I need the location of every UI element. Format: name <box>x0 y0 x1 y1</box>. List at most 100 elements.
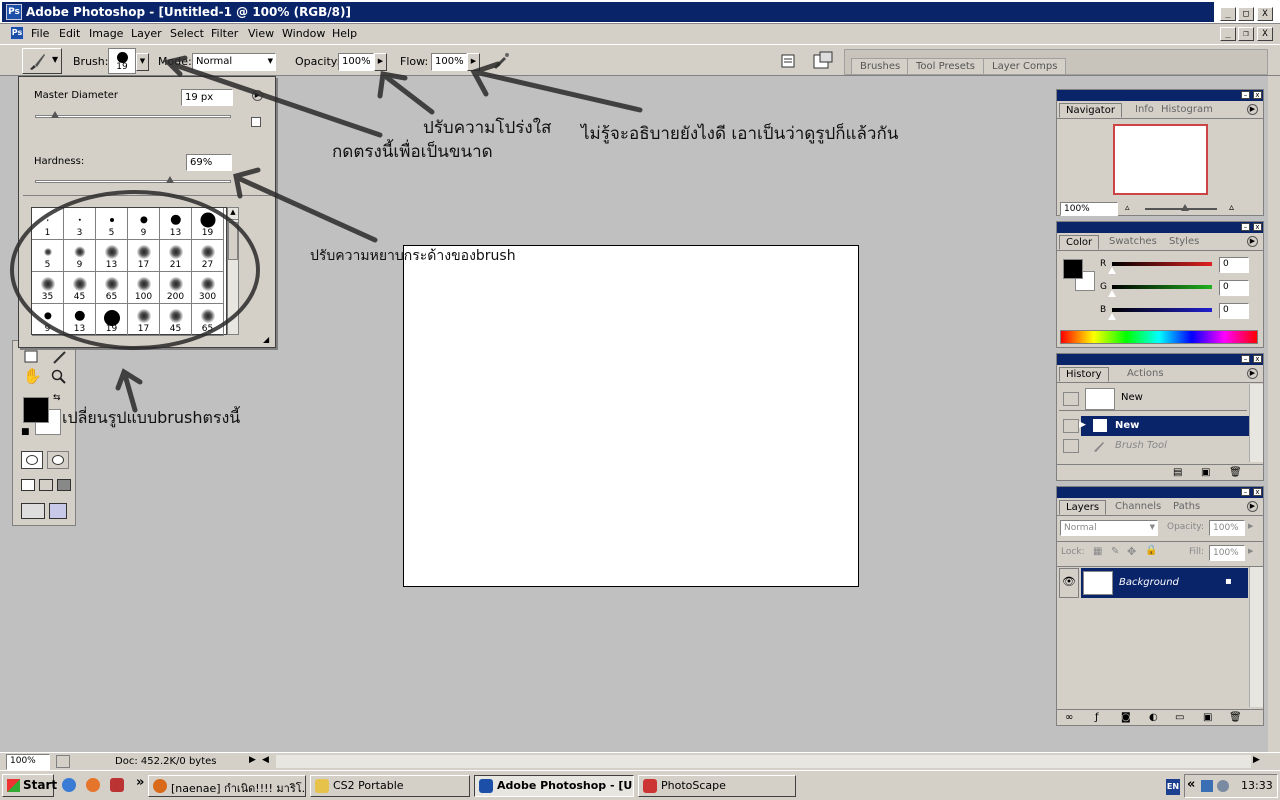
swap-colors-icon[interactable]: ⇆ <box>53 393 61 403</box>
brush-preset-cell[interactable]: 19 <box>192 208 224 240</box>
brush-preset-cell[interactable]: 13 <box>160 208 192 240</box>
panel-menu-icon[interactable]: ▶ <box>1247 501 1258 512</box>
lock-position-icon[interactable]: ✥ <box>1127 545 1136 558</box>
menu-file[interactable]: File <box>31 27 49 40</box>
history-state-brush-tool[interactable]: Brush Tool <box>1081 436 1249 456</box>
minimize-button[interactable]: _ <box>1220 7 1236 21</box>
status-menu-arrow-icon[interactable]: ▶ <box>249 755 256 765</box>
task-button-photoscape[interactable]: PhotoScape <box>638 775 796 797</box>
tab-color[interactable]: Color <box>1059 235 1100 250</box>
channel-value-input[interactable]: 0 <box>1219 280 1249 296</box>
start-button[interactable]: Start <box>2 774 57 797</box>
brush-preset-cell[interactable]: 13 <box>96 240 128 272</box>
document-canvas[interactable] <box>403 245 859 587</box>
doc-minimize-button[interactable]: _ <box>1220 27 1236 41</box>
layers-scrollbar[interactable] <box>1249 567 1263 707</box>
doc-restore-button[interactable]: ❐ <box>1238 27 1254 41</box>
color-foreground-swatch[interactable] <box>1063 259 1083 279</box>
brush-grid-scrollbar[interactable]: ▲ <box>227 207 239 335</box>
brush-preset-cell[interactable]: 13 <box>64 304 96 336</box>
acrobat-icon[interactable] <box>110 778 124 792</box>
screen-mode-standard-icon[interactable] <box>21 479 35 491</box>
well-tab-layer-comps[interactable]: Layer Comps <box>983 58 1067 74</box>
tab-swatches[interactable]: Swatches <box>1103 235 1163 248</box>
history-scrollbar[interactable] <box>1249 384 1263 462</box>
brush-menu-icon[interactable]: ▶ <box>252 90 263 101</box>
app-menu-icon[interactable]: Ps <box>10 26 24 40</box>
flow-input[interactable]: 100% <box>431 53 467 71</box>
channel-slider-thumb[interactable] <box>1108 267 1116 274</box>
fill-arrow-icon[interactable]: ▶ <box>1248 547 1253 555</box>
notes-tool-icon[interactable] <box>23 349 41 365</box>
brush-preset-cell[interactable]: 3 <box>64 208 96 240</box>
brush-preset-cell[interactable]: 9 <box>32 304 64 336</box>
brush-preset-cell[interactable]: 19 <box>96 304 128 336</box>
status-document-icon[interactable] <box>56 755 70 768</box>
zoom-out-icon[interactable]: ▵ <box>1125 203 1130 213</box>
panel-close-button[interactable]: x <box>1253 355 1262 363</box>
lock-transparency-icon[interactable]: ▦ <box>1093 546 1102 557</box>
brush-picker-arrow-button[interactable]: ▼ <box>136 53 149 71</box>
jump-to-imageready-icon[interactable] <box>21 503 45 519</box>
master-diameter-thumb[interactable] <box>50 111 59 118</box>
new-layer-icon[interactable]: ▣ <box>1203 712 1212 723</box>
panel-minimize-button[interactable]: – <box>1241 91 1250 99</box>
task-button-photoshop[interactable]: Adobe Photoshop - [U... <box>474 775 634 797</box>
scroll-up-icon[interactable]: ▲ <box>228 208 238 220</box>
trash-icon[interactable]: 🗑 <box>1229 467 1242 478</box>
brush-preset-cell[interactable]: 5 <box>32 240 64 272</box>
hand-tool-icon[interactable]: ✋ <box>23 367 42 385</box>
layer-opacity-input[interactable]: 100% <box>1209 520 1245 536</box>
file-browser-icon[interactable] <box>812 51 834 71</box>
master-diameter-input[interactable]: 19 px <box>181 89 233 106</box>
brush-preset-cell[interactable]: 35 <box>32 272 64 304</box>
well-tab-brushes[interactable]: Brushes <box>851 58 910 74</box>
network-icon[interactable] <box>1201 780 1213 792</box>
menu-window[interactable]: Window <box>282 27 325 40</box>
zoom-tool-icon[interactable] <box>51 369 67 385</box>
hardness-input[interactable]: 69% <box>186 154 232 171</box>
panel-menu-icon[interactable]: ▶ <box>1247 104 1258 115</box>
color-ramp[interactable] <box>1060 330 1258 344</box>
tab-navigator[interactable]: Navigator <box>1059 103 1122 118</box>
hardness-thumb[interactable] <box>166 176 175 183</box>
brush-preset-cell[interactable]: 17 <box>128 304 160 336</box>
foreground-color-swatch[interactable] <box>23 397 49 423</box>
brush-preset-cell[interactable]: 65 <box>96 272 128 304</box>
new-document-from-state-icon[interactable]: ▤ <box>1173 467 1182 478</box>
channel-slider-thumb[interactable] <box>1108 290 1116 297</box>
scroll-left-icon[interactable]: ◀ <box>262 755 269 765</box>
brush-preset-cell[interactable]: 1 <box>32 208 64 240</box>
lock-image-icon[interactable]: ✎ <box>1111 546 1119 557</box>
airbrush-icon[interactable] <box>490 51 512 71</box>
tab-styles[interactable]: Styles <box>1163 235 1205 248</box>
tool-preset-picker[interactable]: ▼ <box>22 48 62 74</box>
brush-preset-cell[interactable]: 21 <box>160 240 192 272</box>
panel-menu-icon[interactable]: ▶ <box>1247 236 1258 247</box>
flow-arrow-button[interactable]: ▶ <box>467 53 480 71</box>
panel-minimize-button[interactable]: – <box>1241 488 1250 496</box>
adjustment-layer-icon[interactable]: ◐ <box>1149 712 1158 723</box>
fill-input[interactable]: 100% <box>1209 545 1245 561</box>
horizontal-scrollbar[interactable] <box>276 755 1251 768</box>
tab-layers[interactable]: Layers <box>1059 500 1107 515</box>
firefox-icon[interactable] <box>86 778 100 792</box>
screen-mode-menu-icon[interactable] <box>39 479 53 491</box>
scroll-thumb[interactable] <box>228 222 238 260</box>
task-button-cs2-portable[interactable]: CS2 Portable <box>310 775 470 797</box>
lock-all-icon[interactable]: 🔒 <box>1145 545 1157 556</box>
status-zoom-input[interactable]: 100% <box>6 754 50 770</box>
panel-minimize-button[interactable]: – <box>1241 223 1250 231</box>
default-colors-icon[interactable]: ■ <box>21 427 30 437</box>
master-diameter-track[interactable] <box>35 115 231 118</box>
history-brush-source-icon[interactable] <box>1063 439 1079 453</box>
history-state-new[interactable]: ▶ New <box>1079 416 1249 436</box>
brush-preset-cell[interactable]: 65 <box>192 304 224 336</box>
opacity-input[interactable]: 100% <box>338 53 374 71</box>
brush-preset-cell[interactable]: 5 <box>96 208 128 240</box>
history-brush-source-icon[interactable] <box>1063 392 1079 406</box>
panel-menu-icon[interactable]: ▶ <box>1247 368 1258 379</box>
layer-row-background[interactable]: Background ▪ <box>1081 568 1248 598</box>
scroll-right-icon[interactable]: ▶ <box>1253 755 1260 765</box>
language-indicator[interactable]: EN <box>1166 779 1180 795</box>
